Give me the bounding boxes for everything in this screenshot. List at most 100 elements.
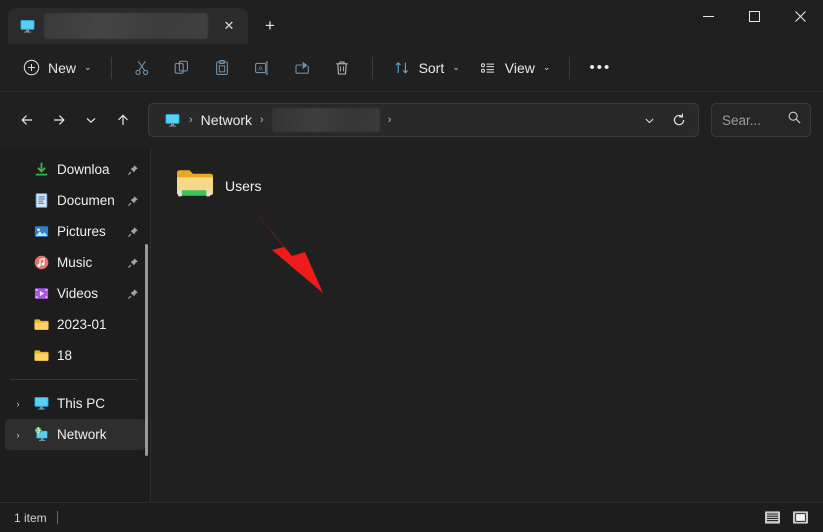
sidebar-item-music[interactable]: Music xyxy=(5,247,145,278)
sidebar-item-2023-01[interactable]: 2023-01 xyxy=(5,309,145,340)
status-bar: 1 item xyxy=(0,502,823,532)
tab-active[interactable]: ✕ xyxy=(8,8,248,44)
sidebar-item-label: Pictures xyxy=(57,224,120,239)
item-count-label: 1 item xyxy=(14,511,47,525)
sort-button-label: Sort xyxy=(419,60,445,76)
explorer-body: Downloa Documen xyxy=(0,148,823,502)
view-list-icon xyxy=(478,58,498,78)
sidebar-item-network[interactable]: › Network xyxy=(5,419,145,450)
toolbar-divider-3 xyxy=(569,57,570,79)
videos-icon xyxy=(32,285,50,303)
breadcrumb[interactable]: › Network › › xyxy=(148,103,699,137)
sort-button[interactable]: Sort ⌄ xyxy=(383,52,469,84)
search-input[interactable]: Sear... xyxy=(722,113,761,128)
breadcrumb-redacted xyxy=(272,108,380,132)
chevron-right-icon[interactable]: › xyxy=(11,399,25,409)
sidebar-item-videos[interactable]: Videos xyxy=(5,278,145,309)
pin-icon[interactable] xyxy=(127,257,139,269)
sidebar-item-label: Documen xyxy=(57,193,120,208)
scissors-icon xyxy=(132,58,152,78)
cut-button[interactable] xyxy=(122,52,162,84)
file-list-pane[interactable]: Users xyxy=(151,148,823,502)
see-more-button[interactable]: ••• xyxy=(580,52,620,84)
this-pc-icon xyxy=(32,395,50,413)
sidebar-item-pictures[interactable]: Pictures xyxy=(5,216,145,247)
pin-icon[interactable] xyxy=(127,288,139,300)
window-controls xyxy=(685,0,823,44)
new-button[interactable]: New ⌄ xyxy=(12,52,101,84)
address-dropdown-button[interactable] xyxy=(634,105,664,135)
sidebar-item-label: Network xyxy=(57,427,139,442)
trash-icon xyxy=(332,58,352,78)
back-button[interactable] xyxy=(12,105,42,135)
breadcrumb-item-network[interactable]: Network xyxy=(195,107,258,133)
sidebar-divider xyxy=(10,379,138,380)
plus-circle-icon xyxy=(21,58,41,78)
breadcrumb-item-root[interactable] xyxy=(157,107,187,133)
breadcrumb-separator-2: › xyxy=(258,114,266,126)
up-button[interactable] xyxy=(108,105,138,135)
sidebar-item-downloads[interactable]: Downloa xyxy=(5,154,145,185)
paste-icon xyxy=(212,58,232,78)
file-explorer-window: ✕ + New ⌄ xyxy=(0,0,823,532)
this-pc-icon xyxy=(18,17,36,35)
delete-button[interactable] xyxy=(322,52,362,84)
folder-icon xyxy=(32,316,50,334)
navigation-pane: Downloa Documen xyxy=(0,148,150,502)
breadcrumb-separator: › xyxy=(187,114,195,126)
rename-button[interactable]: A xyxy=(242,52,282,84)
breadcrumb-actions xyxy=(634,105,694,135)
sidebar-item-label: 2023-01 xyxy=(57,317,120,332)
sidebar-item-label: Downloa xyxy=(57,162,120,177)
search-icon xyxy=(787,110,802,130)
copy-button[interactable] xyxy=(162,52,202,84)
title-bar: ✕ + xyxy=(0,0,823,44)
view-button[interactable]: View ⌄ xyxy=(469,52,560,84)
sidebar-item-18[interactable]: 18 xyxy=(5,340,145,371)
music-icon xyxy=(32,254,50,272)
maximize-button[interactable] xyxy=(731,0,777,32)
sidebar-item-label: This PC xyxy=(57,396,139,411)
recent-locations-button[interactable] xyxy=(76,105,106,135)
status-separator xyxy=(57,511,58,524)
share-button[interactable] xyxy=(282,52,322,84)
shared-folder-icon xyxy=(175,166,215,205)
sidebar-item-label: 18 xyxy=(57,348,120,363)
search-box[interactable]: Sear... xyxy=(711,103,811,137)
minimize-button[interactable] xyxy=(685,0,731,32)
ellipsis-icon: ••• xyxy=(590,59,612,76)
sidebar-scrollbar[interactable] xyxy=(145,244,148,456)
close-button[interactable] xyxy=(777,0,823,32)
pin-icon[interactable] xyxy=(127,195,139,207)
forward-button[interactable] xyxy=(44,105,74,135)
tab-strip: ✕ + xyxy=(0,0,685,44)
sidebar-item-this-pc[interactable]: › This PC xyxy=(5,388,145,419)
refresh-button[interactable] xyxy=(664,105,694,135)
toolbar-divider xyxy=(111,57,112,79)
chevron-right-icon[interactable]: › xyxy=(11,430,25,440)
file-item-label: Users xyxy=(225,178,262,194)
status-left-group: 1 item xyxy=(14,511,58,525)
view-mode-buttons xyxy=(759,507,813,529)
chevron-down-icon-view: ⌄ xyxy=(543,62,551,73)
view-button-label: View xyxy=(505,60,535,76)
pin-icon[interactable] xyxy=(127,226,139,238)
large-icons-view-button[interactable] xyxy=(787,507,813,529)
network-icon xyxy=(32,426,50,444)
toolbar-divider-2 xyxy=(372,57,373,79)
breadcrumb-separator-3: › xyxy=(386,114,394,126)
pictures-icon xyxy=(32,223,50,241)
tab-close-icon[interactable]: ✕ xyxy=(216,13,242,39)
this-pc-icon xyxy=(163,111,181,129)
new-button-label: New xyxy=(48,60,76,76)
breadcrumb-item-server[interactable] xyxy=(266,107,386,133)
command-bar: New ⌄ xyxy=(0,44,823,92)
documents-icon xyxy=(32,192,50,210)
file-item-users[interactable]: Users xyxy=(169,160,272,211)
details-view-button[interactable] xyxy=(759,507,785,529)
paste-button[interactable] xyxy=(202,52,242,84)
pin-icon[interactable] xyxy=(127,164,139,176)
sort-icon xyxy=(392,58,412,78)
sidebar-item-documents[interactable]: Documen xyxy=(5,185,145,216)
new-tab-button[interactable]: + xyxy=(254,11,286,41)
